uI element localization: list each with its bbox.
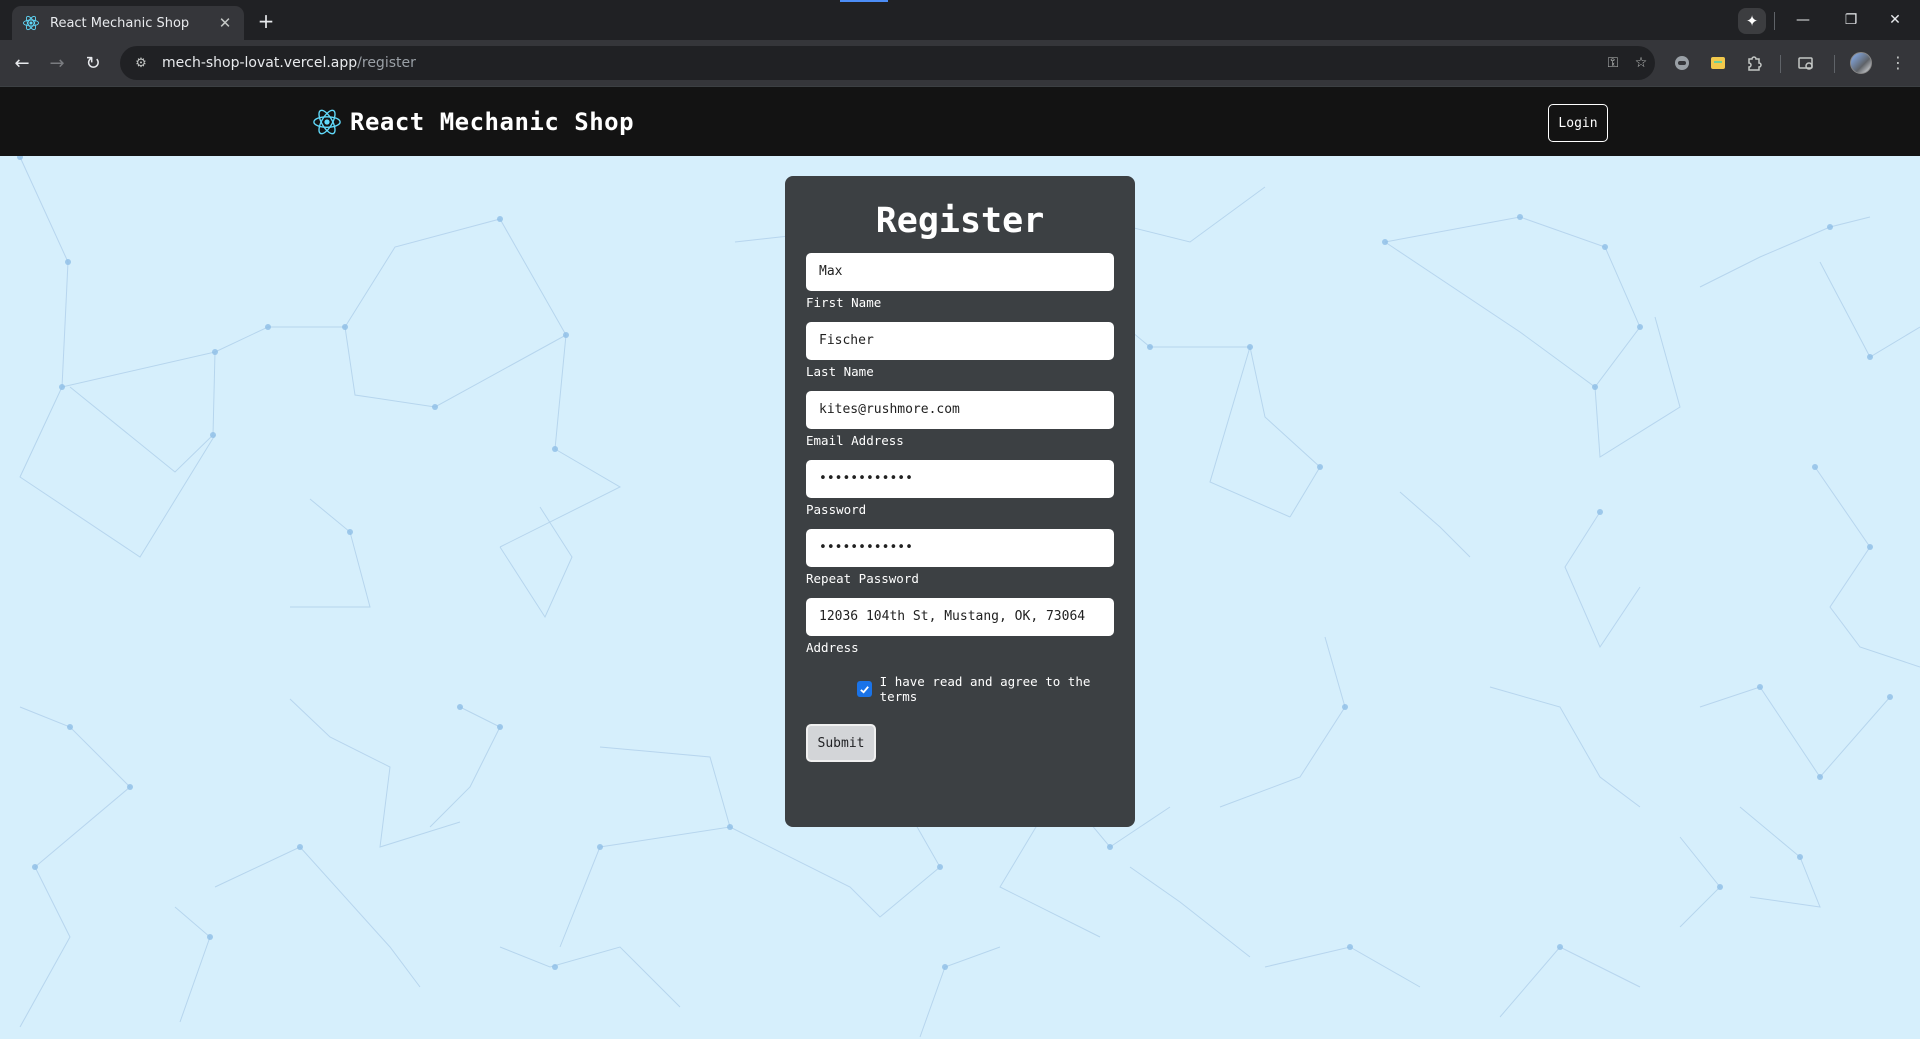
last-name-input[interactable]: Fischer xyxy=(806,322,1114,360)
extension-icon[interactable] xyxy=(1670,51,1694,75)
password-label: Password xyxy=(806,502,867,517)
site-info-icon[interactable]: ⚙ xyxy=(132,56,150,71)
back-icon[interactable]: ← xyxy=(8,49,36,77)
react-logo-icon xyxy=(312,107,342,137)
address-label: Address xyxy=(806,640,859,655)
password-key-icon[interactable]: ⚿ xyxy=(1599,55,1627,71)
browser-tab-bar: React Mechanic Shop ✕ + ✦ — ❐ ✕ xyxy=(0,0,1920,40)
close-window-icon[interactable]: ✕ xyxy=(1872,6,1918,34)
terms-checkbox[interactable] xyxy=(857,681,872,697)
brand-name: React Mechanic Shop xyxy=(350,108,635,136)
brand-link[interactable]: React Mechanic Shop xyxy=(312,102,634,142)
tab-title: React Mechanic Shop xyxy=(50,15,190,31)
email-group: kites@rushmore.com Email Address xyxy=(806,391,1114,449)
close-tab-icon[interactable]: ✕ xyxy=(216,14,234,32)
page: React Mechanic Shop Login Register Max F… xyxy=(0,87,1920,1039)
terms-label: I have read and agree to the terms xyxy=(879,674,1091,704)
submit-button[interactable]: Submit xyxy=(806,724,876,762)
first-name-label: First Name xyxy=(806,295,882,310)
address-bar[interactable]: ⚙ mech-shop-lovat.vercel.app/register ⚿ … xyxy=(120,46,1655,80)
reload-icon[interactable]: ↻ xyxy=(79,49,107,77)
gemini-icon[interactable]: ✦ xyxy=(1738,8,1766,34)
email-label: Email Address xyxy=(806,433,904,448)
tab-indicator xyxy=(840,0,888,2)
url-text[interactable]: mech-shop-lovat.vercel.app/register xyxy=(162,55,1599,71)
browser-toolbar: ← → ↻ ⚙ mech-shop-lovat.vercel.app/regis… xyxy=(0,40,1920,86)
extension-icon[interactable] xyxy=(1706,51,1730,75)
divider xyxy=(1780,55,1781,73)
first-name-input[interactable]: Max xyxy=(806,253,1114,291)
divider xyxy=(1834,55,1835,73)
password-input[interactable]: •••••••••••• xyxy=(806,460,1114,498)
address-group: 12036 104th St, Mustang, OK, 73064 Addre… xyxy=(806,598,1114,656)
menu-icon[interactable]: ⋮ xyxy=(1886,51,1910,75)
register-card: Register Max First Name Fischer Last Nam… xyxy=(785,176,1135,827)
first-name-group: Max First Name xyxy=(806,253,1114,311)
divider xyxy=(1774,12,1775,30)
minimize-icon[interactable]: — xyxy=(1780,6,1826,34)
repeat-password-label: Repeat Password xyxy=(806,571,919,586)
restore-icon[interactable]: ❐ xyxy=(1828,6,1874,34)
browser-tab[interactable]: React Mechanic Shop ✕ xyxy=(12,6,244,40)
bookmark-star-icon[interactable]: ☆ xyxy=(1627,55,1655,71)
last-name-label: Last Name xyxy=(806,364,874,379)
forward-icon[interactable]: → xyxy=(43,49,71,77)
password-group: •••••••••••• Password xyxy=(806,460,1114,518)
new-tab-icon[interactable]: + xyxy=(252,8,280,36)
repeat-password-input[interactable]: •••••••••••• xyxy=(806,529,1114,567)
login-button[interactable]: Login xyxy=(1548,104,1608,142)
checkmark-icon xyxy=(860,685,869,694)
address-input[interactable]: 12036 104th St, Mustang, OK, 73064 xyxy=(806,598,1114,636)
last-name-group: Fischer Last Name xyxy=(806,322,1114,380)
navbar: React Mechanic Shop Login xyxy=(0,87,1920,156)
profile-avatar[interactable] xyxy=(1850,52,1872,74)
register-title: Register xyxy=(875,201,1045,241)
tab-search-icon[interactable] xyxy=(1794,51,1818,75)
terms-row: I have read and agree to the terms xyxy=(806,674,1114,704)
puzzle-icon[interactable] xyxy=(1742,51,1766,75)
react-icon xyxy=(22,14,40,32)
email-input[interactable]: kites@rushmore.com xyxy=(806,391,1114,429)
repeat-password-group: •••••••••••• Repeat Password xyxy=(806,529,1114,587)
